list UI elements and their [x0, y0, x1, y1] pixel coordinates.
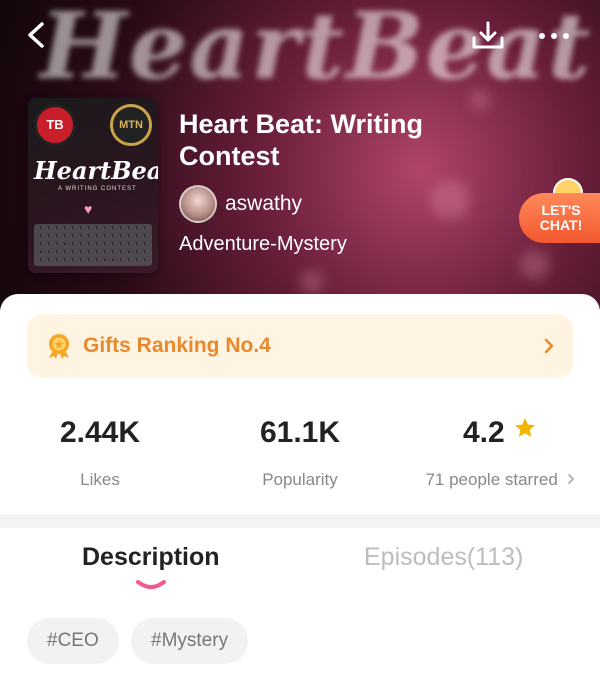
heart-icon: ♥	[84, 201, 93, 217]
cover-logo-left: TB	[34, 104, 76, 146]
medal-icon	[49, 334, 69, 359]
genre-label: Adventure-Mystery	[179, 233, 347, 255]
rating-count-label: 71 people starred	[425, 470, 558, 489]
chevron-right-icon	[544, 338, 554, 354]
stat-popularity: 61.1K Popularity	[230, 416, 370, 490]
gifts-ranking-label: Gifts Ranking No.4	[83, 334, 271, 357]
book-title: Heart Beat: Writing Contest	[179, 109, 424, 171]
stat-rating[interactable]: 4.2 71 people starred	[415, 416, 585, 490]
stat-likes: 2.44K Likes	[40, 416, 160, 490]
hero-background-title: HeartBeat	[40, 0, 593, 100]
tag-mystery[interactable]: #Mystery	[131, 618, 249, 664]
tab-active-indicator	[136, 580, 166, 589]
author-name[interactable]: aswathy	[225, 192, 302, 216]
star-icon	[515, 418, 536, 437]
gifts-ranking-banner[interactable]: Gifts Ranking No.4	[27, 314, 573, 378]
chevron-right-icon	[567, 474, 574, 484]
download-icon[interactable]	[470, 20, 506, 52]
book-cover[interactable]: TB MTN HeartBeat A WRITING CONTEST ♥	[28, 98, 158, 273]
author[interactable]: aswathy	[179, 185, 302, 223]
rating-row: 4.2	[415, 416, 585, 450]
likes-value: 2.44K	[59, 416, 141, 449]
cover-subtitle: A WRITING CONTEST	[58, 186, 137, 192]
tab-description[interactable]: Description	[82, 543, 220, 572]
author-avatar[interactable]	[179, 185, 217, 223]
back-icon[interactable]	[22, 18, 52, 52]
cover-title: HeartBeat	[34, 156, 158, 185]
chat-badge-line1: LET'S	[541, 202, 581, 218]
chat-badge-line2: CHAT!	[539, 217, 583, 233]
more-icon[interactable]	[536, 20, 572, 52]
popularity-label: Popularity	[262, 470, 338, 489]
tab-episodes[interactable]: Episodes(113)	[364, 543, 523, 572]
rating-label[interactable]: 71 people starred	[415, 470, 585, 490]
lets-chat-button[interactable]: LET'S CHAT!	[519, 193, 600, 243]
likes-label: Likes	[80, 470, 120, 489]
section-divider	[0, 514, 600, 528]
popularity-value: 61.1K	[259, 416, 341, 449]
rating-value: 4.2	[462, 416, 505, 449]
cover-logo-right: MTN	[110, 104, 152, 146]
keyboard-illustration	[34, 224, 152, 266]
tag-ceo[interactable]: #CEO	[27, 618, 119, 664]
